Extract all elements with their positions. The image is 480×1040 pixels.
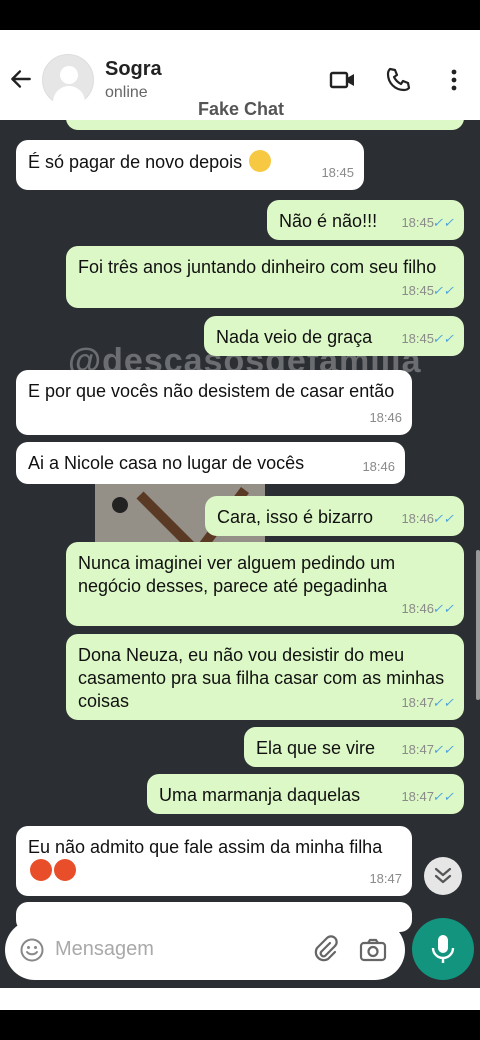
message-time: 18:45 <box>401 215 434 230</box>
read-ticks-icon: ✓✓ <box>432 742 454 757</box>
message-text: Cara, isso é bizarro <box>217 507 374 527</box>
message-bubble-partial[interactable] <box>66 120 464 130</box>
read-ticks-icon: ✓✓ <box>432 283 454 298</box>
read-ticks-icon: ✓✓ <box>432 511 454 526</box>
message-time: 18:47 <box>401 789 434 804</box>
navigation-bar <box>0 988 480 1040</box>
smiley-icon[interactable] <box>19 937 45 963</box>
chat-header: Sogra online Fake Chat <box>0 30 480 120</box>
message-time: 18:46 <box>401 601 434 616</box>
message-text: Não é não!!! <box>279 211 378 231</box>
read-ticks-icon: ✓✓ <box>432 695 454 710</box>
message-incoming[interactable]: Ai a Nicole casa no lugar de vocês 18:46 <box>16 442 405 484</box>
message-outgoing[interactable]: Foi três anos juntando dinheiro com seu … <box>66 246 464 308</box>
message-outgoing[interactable]: Uma marmanja daquelas 18:47 ✓✓ <box>147 774 464 814</box>
more-vertical-icon[interactable] <box>440 66 468 94</box>
message-incoming[interactable]: É só pagar de novo depois 18:45 <box>16 140 364 190</box>
message-time: 18:47 <box>401 742 434 757</box>
arrow-left-icon[interactable] <box>8 66 34 92</box>
message-outgoing[interactable]: Não é não!!! 18:45 ✓✓ <box>267 200 464 240</box>
message-outgoing[interactable]: Nada veio de graça 18:45 ✓✓ <box>204 316 464 356</box>
message-outgoing[interactable]: Cara, isso é bizarro 18:46 ✓✓ <box>205 496 464 536</box>
read-ticks-icon: ✓✓ <box>432 789 454 804</box>
message-time: 18:45 <box>321 165 354 180</box>
message-text: Uma marmanja daquelas <box>159 785 361 805</box>
message-time: 18:47 <box>369 871 402 886</box>
eye-roll-emoji-icon <box>249 150 272 172</box>
read-ticks-icon: ✓✓ <box>432 601 454 616</box>
read-ticks-icon: ✓✓ <box>432 215 454 230</box>
message-text: É só pagar de novo depois <box>28 152 243 172</box>
message-incoming[interactable]: E por que vocês não desistem de casar en… <box>16 370 412 435</box>
message-text: Nunca imaginei ver alguem pedindo um neg… <box>78 553 396 596</box>
message-text: Eu não admito que fale assim da minha fi… <box>28 837 383 857</box>
avatar[interactable] <box>42 54 94 106</box>
message-time: 18:46 <box>369 410 402 425</box>
phone-icon[interactable] <box>384 66 412 94</box>
message-input[interactable]: Mensagem <box>55 938 154 961</box>
chat-area[interactable]: @descasosdefamilia É só pagar de novo de… <box>0 120 480 988</box>
message-input-bar[interactable]: Mensagem <box>5 920 405 980</box>
read-ticks-icon: ✓✓ <box>432 331 454 346</box>
scrollbar[interactable] <box>476 550 480 700</box>
message-time: 18:46 <box>362 459 395 474</box>
message-time: 18:45 <box>401 331 434 346</box>
message-outgoing[interactable]: Ela que se vire 18:47 ✓✓ <box>244 727 464 767</box>
message-time: 18:47 <box>401 695 434 710</box>
message-outgoing[interactable]: Dona Neuza, eu não vou desistir do meu c… <box>66 634 464 720</box>
video-camera-icon[interactable] <box>329 66 357 94</box>
status-bar <box>0 0 480 30</box>
message-text: Ai a Nicole casa no lugar de vocês <box>28 453 305 473</box>
paperclip-icon[interactable] <box>310 935 340 965</box>
message-incoming[interactable]: Eu não admito que fale assim da minha fi… <box>16 826 412 896</box>
camera-icon[interactable] <box>358 935 388 965</box>
microphone-icon[interactable] <box>412 918 474 980</box>
fake-chat-label: Fake Chat <box>198 99 285 119</box>
message-time: 18:45 <box>401 283 434 298</box>
contact-name[interactable]: Sogra <box>105 58 162 81</box>
message-text: Dona Neuza, eu não vou desistir do meu c… <box>78 645 445 711</box>
message-text: Nada veio de graça <box>216 327 373 347</box>
message-text: Ela que se vire <box>256 738 376 758</box>
message-text: Foi três anos juntando dinheiro com seu … <box>78 257 437 277</box>
angry-face-emoji-icon <box>30 859 52 881</box>
double-chevron-down-icon[interactable] <box>424 857 462 895</box>
message-time: 18:46 <box>401 511 434 526</box>
message-text: E por que vocês não desistem de casar en… <box>28 381 395 401</box>
angry-face-emoji-icon <box>54 859 76 881</box>
contact-status: online <box>105 84 148 101</box>
message-outgoing[interactable]: Nunca imaginei ver alguem pedindo um neg… <box>66 542 464 626</box>
